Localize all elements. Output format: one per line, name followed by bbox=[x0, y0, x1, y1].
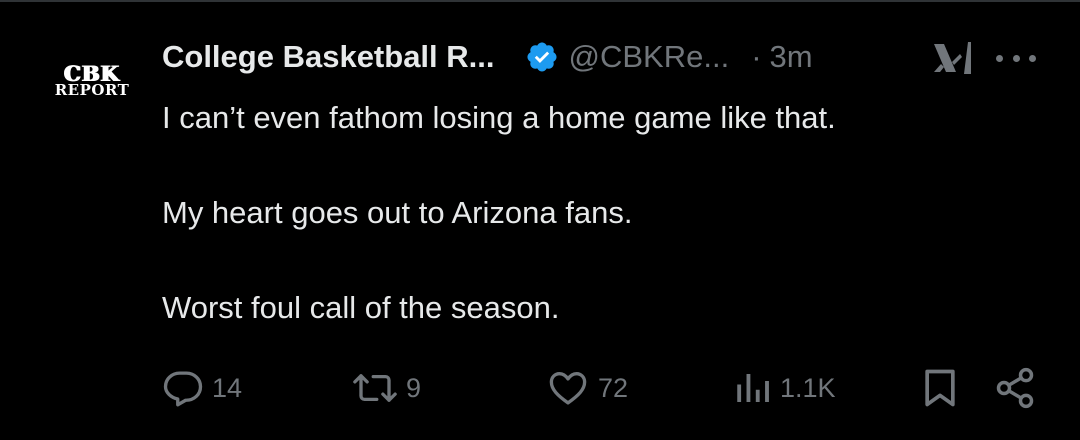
avatar[interactable]: CBK REPORT bbox=[44, 60, 140, 100]
top-divider bbox=[0, 0, 1080, 2]
reply-count: 14 bbox=[212, 372, 243, 403]
reply-icon bbox=[163, 371, 203, 407]
more-dots-icon[interactable] bbox=[996, 44, 1036, 72]
more-dot bbox=[996, 54, 1003, 62]
tweet-header: College Basketball R... @CBKRe... · 3m bbox=[162, 36, 813, 78]
author-name[interactable]: College Basketball R... bbox=[162, 39, 495, 75]
verified-badge-icon[interactable] bbox=[525, 40, 559, 74]
like-button[interactable]: 72 bbox=[546, 364, 628, 412]
bookmark-icon bbox=[925, 369, 955, 407]
bookmark-button[interactable] bbox=[918, 364, 962, 412]
share-icon bbox=[996, 367, 1034, 409]
tweet-text: I can’t even fathom losing a home game l… bbox=[162, 94, 836, 332]
timestamp[interactable]: 3m bbox=[770, 39, 813, 75]
separator-dot: · bbox=[751, 39, 762, 74]
tweet-line: My heart goes out to Arizona fans. bbox=[162, 195, 633, 230]
repost-icon bbox=[353, 374, 397, 402]
share-button[interactable] bbox=[992, 364, 1038, 412]
like-count: 72 bbox=[598, 372, 629, 403]
author-handle[interactable]: @CBKRe... bbox=[569, 39, 730, 75]
more-dot bbox=[1012, 54, 1020, 62]
views-icon bbox=[737, 374, 769, 402]
tweet-line: Worst foul call of the season. bbox=[162, 290, 560, 325]
repost-count: 9 bbox=[406, 372, 422, 403]
action-bar: 14 9 72 1.1K bbox=[0, 364, 1080, 412]
reply-button[interactable]: 14 bbox=[162, 364, 242, 412]
tweet-line: I can’t even fathom losing a home game l… bbox=[162, 100, 836, 135]
grok-icon[interactable] bbox=[930, 40, 974, 76]
repost-button[interactable]: 9 bbox=[352, 364, 421, 412]
heart-icon bbox=[549, 371, 587, 405]
more-dot bbox=[1029, 54, 1036, 62]
views-button[interactable]: 1.1K bbox=[734, 364, 836, 412]
views-count: 1.1K bbox=[780, 372, 836, 403]
avatar-line2: REPORT bbox=[54, 80, 130, 99]
